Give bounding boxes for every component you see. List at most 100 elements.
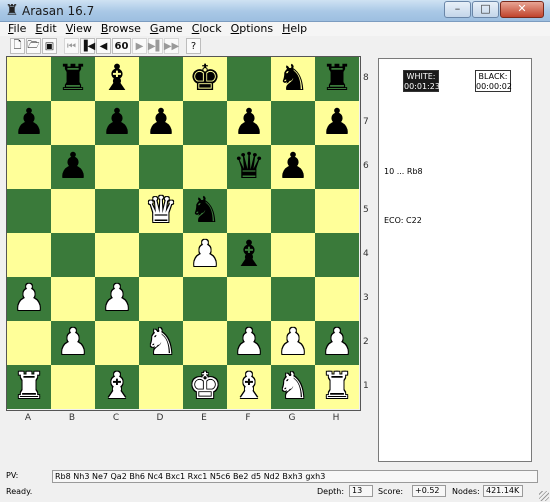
close-button[interactable]: ✕ <box>500 1 544 18</box>
white-bishop-icon[interactable]: ♝ <box>233 367 265 407</box>
square-a2[interactable] <box>7 321 51 365</box>
square-c5[interactable] <box>95 189 139 233</box>
square-b7[interactable] <box>51 101 95 145</box>
white-bishop-icon[interactable]: ♝ <box>101 367 133 407</box>
black-queen-icon[interactable]: ♛ <box>233 147 265 187</box>
menu-edit[interactable]: Edit <box>35 23 56 35</box>
square-h5[interactable] <box>315 189 359 233</box>
square-b4[interactable] <box>51 233 95 277</box>
square-h2[interactable]: ♟ <box>315 321 359 365</box>
square-e6[interactable] <box>183 145 227 189</box>
forward-move-icon[interactable]: ▶ <box>132 38 147 54</box>
black-pawn-icon[interactable]: ♟ <box>233 103 265 143</box>
square-e3[interactable] <box>183 277 227 321</box>
maximize-button[interactable]: □ <box>472 1 499 18</box>
square-c7[interactable]: ♟ <box>95 101 139 145</box>
square-b8[interactable]: ♜ <box>51 57 95 101</box>
square-g8[interactable]: ♞ <box>271 57 315 101</box>
menu-view[interactable]: View <box>66 23 92 35</box>
square-e8[interactable]: ♚ <box>183 57 227 101</box>
square-a7[interactable]: ♟ <box>7 101 51 145</box>
square-c8[interactable]: ♝ <box>95 57 139 101</box>
menu-clock[interactable]: Clock <box>192 23 222 35</box>
square-f3[interactable] <box>227 277 271 321</box>
square-g1[interactable]: ♞ <box>271 365 315 409</box>
square-e4[interactable]: ♟ <box>183 233 227 277</box>
square-d4[interactable] <box>139 233 183 277</box>
back-move-icon[interactable]: ◀ <box>96 38 111 54</box>
white-queen-icon[interactable]: ♛ <box>145 191 177 231</box>
white-pawn-icon[interactable]: ♟ <box>189 235 221 275</box>
square-d5[interactable]: ♛ <box>139 189 183 233</box>
square-g5[interactable] <box>271 189 315 233</box>
white-knight-icon[interactable]: ♞ <box>277 367 309 407</box>
black-pawn-icon[interactable]: ♟ <box>321 103 353 143</box>
square-f2[interactable]: ♟ <box>227 321 271 365</box>
square-e7[interactable] <box>183 101 227 145</box>
square-g4[interactable] <box>271 233 315 277</box>
go-to-start-icon[interactable]: ▐◀ <box>80 38 95 54</box>
white-rook-icon[interactable]: ♜ <box>13 367 45 407</box>
square-c1[interactable]: ♝ <box>95 365 139 409</box>
black-pawn-icon[interactable]: ♟ <box>13 103 45 143</box>
title-bar[interactable]: ♜ Arasan 16.7 – □ ✕ <box>0 0 550 22</box>
black-bishop-icon[interactable]: ♝ <box>101 59 133 99</box>
white-pawn-icon[interactable]: ♟ <box>321 323 353 363</box>
square-f7[interactable]: ♟ <box>227 101 271 145</box>
white-pawn-icon[interactable]: ♟ <box>57 323 89 363</box>
square-c3[interactable]: ♟ <box>95 277 139 321</box>
square-d6[interactable] <box>139 145 183 189</box>
white-king-icon[interactable]: ♚ <box>189 367 221 407</box>
black-pawn-icon[interactable]: ♟ <box>145 103 177 143</box>
square-h1[interactable]: ♜ <box>315 365 359 409</box>
square-g6[interactable]: ♟ <box>271 145 315 189</box>
last-move-icon[interactable]: ▶▶ <box>164 38 179 54</box>
white-rook-icon[interactable]: ♜ <box>321 367 353 407</box>
black-pawn-icon[interactable]: ♟ <box>277 147 309 187</box>
white-pawn-icon[interactable]: ♟ <box>13 279 45 319</box>
square-a1[interactable]: ♜ <box>7 365 51 409</box>
square-e1[interactable]: ♚ <box>183 365 227 409</box>
black-pawn-icon[interactable]: ♟ <box>57 147 89 187</box>
first-move-icon[interactable]: ⏮ <box>64 38 79 54</box>
black-rook-icon[interactable]: ♜ <box>321 59 353 99</box>
black-bishop-icon[interactable]: ♝ <box>233 235 265 275</box>
square-f6[interactable]: ♛ <box>227 145 271 189</box>
square-f4[interactable]: ♝ <box>227 233 271 277</box>
menu-options[interactable]: Options <box>231 23 273 35</box>
square-b1[interactable] <box>51 365 95 409</box>
square-d8[interactable] <box>139 57 183 101</box>
square-d7[interactable]: ♟ <box>139 101 183 145</box>
black-king-icon[interactable]: ♚ <box>189 59 221 99</box>
new-file-icon[interactable]: 🗋 <box>10 38 25 54</box>
square-g7[interactable] <box>271 101 315 145</box>
square-d1[interactable] <box>139 365 183 409</box>
square-d2[interactable]: ♞ <box>139 321 183 365</box>
square-e5[interactable]: ♞ <box>183 189 227 233</box>
square-b2[interactable]: ♟ <box>51 321 95 365</box>
square-a5[interactable] <box>7 189 51 233</box>
black-knight-icon[interactable]: ♞ <box>277 59 309 99</box>
black-knight-icon[interactable]: ♞ <box>189 191 221 231</box>
square-b6[interactable]: ♟ <box>51 145 95 189</box>
go-to-end-icon[interactable]: ▶▌ <box>148 38 163 54</box>
square-c2[interactable] <box>95 321 139 365</box>
white-knight-icon[interactable]: ♞ <box>145 323 177 363</box>
square-h3[interactable] <box>315 277 359 321</box>
square-h4[interactable] <box>315 233 359 277</box>
white-pawn-icon[interactable]: ♟ <box>101 279 133 319</box>
square-a8[interactable] <box>7 57 51 101</box>
minimize-button[interactable]: – <box>444 1 471 18</box>
hint-icon[interactable]: ? <box>186 38 201 54</box>
resize-grip[interactable] <box>539 491 549 501</box>
square-h8[interactable]: ♜ <box>315 57 359 101</box>
chess-board[interactable]: ♜ ♝ ♚ ♞ ♜ ♟ ♟ ♟ ♟ ♟ ♟ ♛ ♟ ♛ ♞ ♟ ♝ ♟ ♟ ♟ ♞ ♟ ♟ ♟ ♜ ♝ ♚ ♝ ♞ ♜ <box>6 56 361 411</box>
black-pawn-icon[interactable]: ♟ <box>101 103 133 143</box>
app-icon[interactable]: ♜ <box>4 1 20 19</box>
menu-browse[interactable]: Browse <box>101 23 141 35</box>
white-pawn-icon[interactable]: ♟ <box>233 323 265 363</box>
black-rook-icon[interactable]: ♜ <box>57 59 89 99</box>
square-f8[interactable] <box>227 57 271 101</box>
square-a3[interactable]: ♟ <box>7 277 51 321</box>
menu-help[interactable]: Help <box>282 23 307 35</box>
